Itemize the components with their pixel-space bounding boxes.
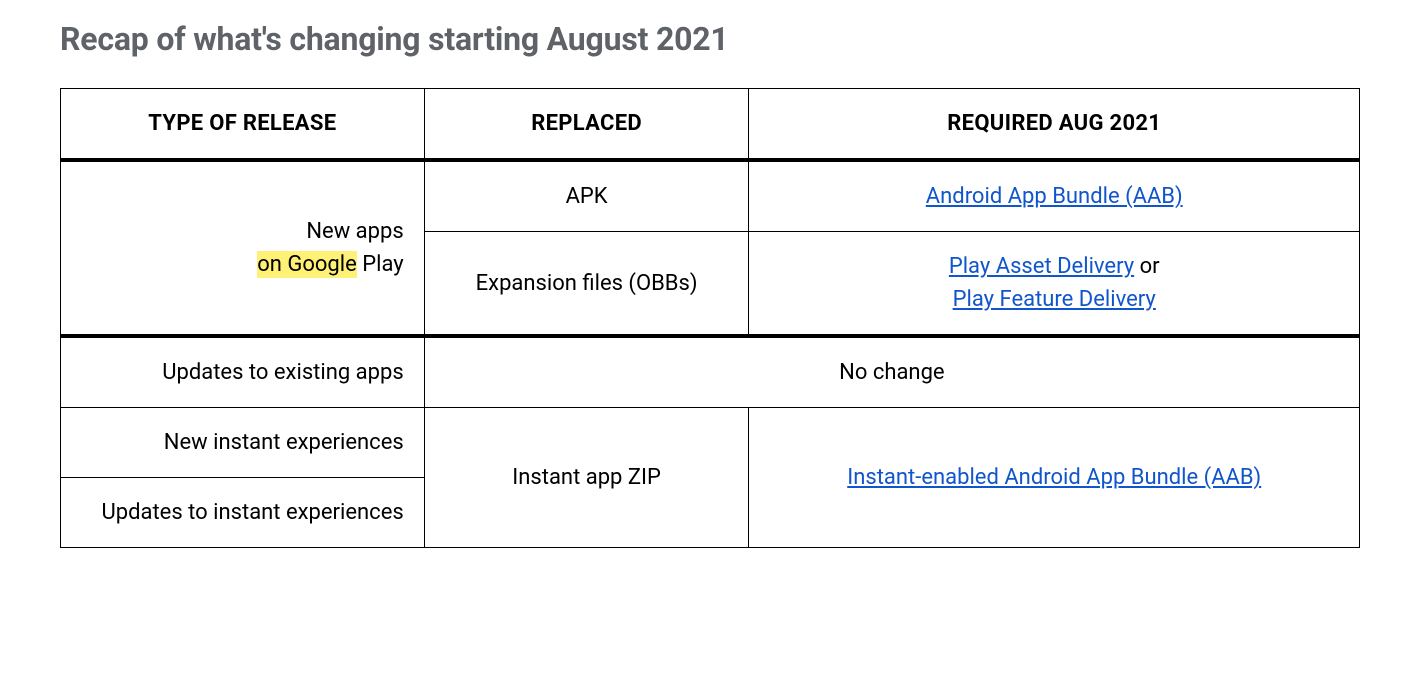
table-row: Updates to existing apps No change	[61, 336, 1360, 408]
table-row: New instant experiences Instant app ZIP …	[61, 408, 1360, 478]
cell-required-delivery: Play Asset Delivery or Play Feature Deli…	[749, 232, 1360, 337]
page-heading: Recap of what's changing starting August…	[60, 20, 1364, 58]
cell-replaced-apk: APK	[424, 160, 749, 232]
cell-replaced-instant-zip: Instant app ZIP	[424, 408, 749, 548]
cell-replaced-obb: Expansion files (OBBs)	[424, 232, 749, 337]
cell-type-updates-instant: Updates to instant experiences	[61, 478, 425, 548]
header-replaced: REPLACED	[424, 89, 749, 161]
link-instant-enabled-aab[interactable]: Instant-enabled Android App Bundle (AAB)	[847, 465, 1261, 490]
text-highlight-on-google: on Google	[257, 251, 357, 278]
release-table: TYPE OF RELEASE REPLACED REQUIRED AUG 20…	[60, 88, 1360, 548]
cell-type-new-apps: New apps on Google Play	[61, 160, 425, 336]
text-play-suffix: Play	[357, 252, 404, 277]
cell-required-instant-aab: Instant-enabled Android App Bundle (AAB)	[749, 408, 1360, 548]
table-row: New apps on Google Play APK Android App …	[61, 160, 1360, 232]
cell-type-updates-existing: Updates to existing apps	[61, 336, 425, 408]
cell-required-aab: Android App Bundle (AAB)	[749, 160, 1360, 232]
header-required: REQUIRED AUG 2021	[749, 89, 1360, 161]
link-play-feature-delivery[interactable]: Play Feature Delivery	[953, 287, 1156, 312]
text-new-apps-line1: New apps	[306, 219, 403, 244]
cell-no-change: No change	[424, 336, 1359, 408]
header-type: TYPE OF RELEASE	[61, 89, 425, 161]
link-play-asset-delivery[interactable]: Play Asset Delivery	[949, 254, 1134, 279]
text-or: or	[1134, 254, 1159, 279]
link-android-app-bundle[interactable]: Android App Bundle (AAB)	[926, 184, 1183, 209]
cell-type-new-instant: New instant experiences	[61, 408, 425, 478]
